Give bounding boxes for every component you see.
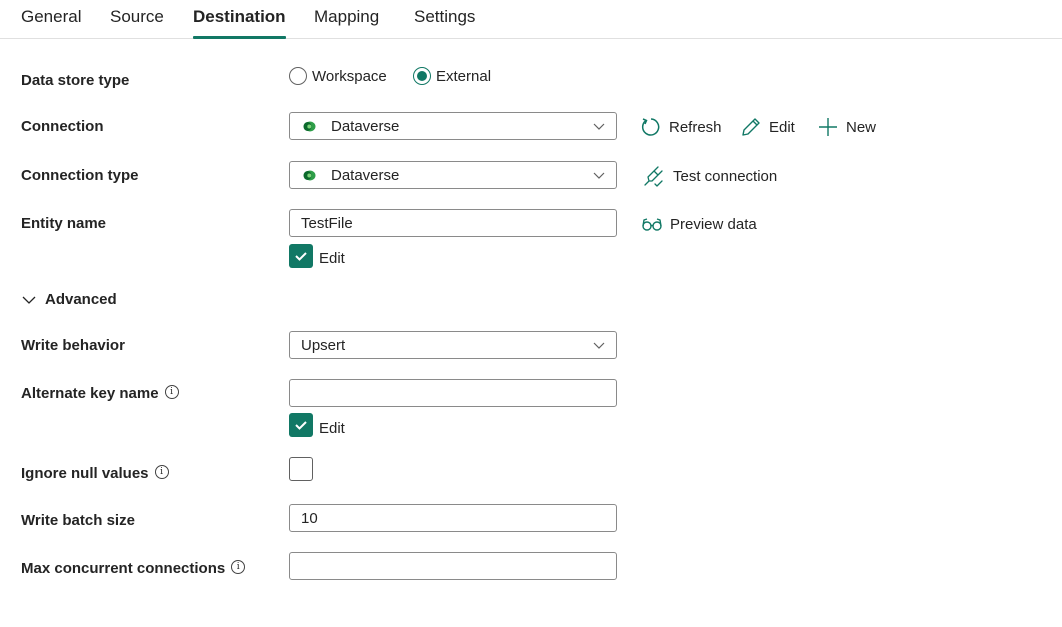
entity-name-value: TestFile bbox=[301, 215, 353, 232]
tab-destination[interactable]: Destination bbox=[193, 7, 286, 39]
connection-label: Connection bbox=[21, 118, 104, 135]
radio-external[interactable]: External bbox=[413, 67, 491, 85]
write-behavior-label: Write behavior bbox=[21, 337, 125, 354]
tab-general[interactable]: General bbox=[21, 7, 81, 38]
alternate-key-edit-label: Edit bbox=[319, 420, 345, 437]
new-connection-button[interactable]: New bbox=[817, 116, 876, 138]
tab-mapping[interactable]: Mapping bbox=[314, 7, 379, 38]
chevron-down-icon bbox=[593, 172, 605, 179]
test-connection-label: Test connection bbox=[673, 167, 778, 185]
dataverse-icon bbox=[303, 170, 316, 181]
radio-workspace[interactable]: Workspace bbox=[289, 67, 387, 85]
max-concurrent-connections-input[interactable] bbox=[289, 552, 617, 580]
checkmark-icon bbox=[295, 252, 307, 261]
connection-value: Dataverse bbox=[331, 118, 400, 135]
advanced-toggle[interactable]: Advanced bbox=[21, 291, 117, 308]
write-batch-size-input[interactable]: 10 bbox=[289, 504, 617, 532]
entity-edit-label: Edit bbox=[319, 250, 345, 267]
refresh-label: Refresh bbox=[669, 118, 722, 136]
ignore-null-values-label: Ignore null values i bbox=[21, 465, 169, 482]
tab-bar: General Source Destination Mapping Setti… bbox=[0, 0, 1062, 39]
connection-type-value: Dataverse bbox=[331, 167, 400, 184]
alternate-key-name-input[interactable] bbox=[289, 379, 617, 407]
advanced-label: Advanced bbox=[45, 291, 117, 308]
ignore-null-values-checkbox[interactable] bbox=[289, 457, 313, 481]
info-icon[interactable]: i bbox=[154, 465, 169, 479]
preview-data-label: Preview data bbox=[670, 215, 757, 233]
tab-settings[interactable]: Settings bbox=[414, 7, 475, 38]
radio-circle[interactable] bbox=[289, 67, 307, 85]
connection-type-dropdown[interactable]: Dataverse bbox=[289, 161, 617, 189]
data-store-type-label: Data store type bbox=[21, 72, 130, 89]
radio-circle-selected[interactable] bbox=[413, 67, 431, 85]
preview-data-button[interactable]: Preview data bbox=[641, 214, 757, 234]
info-icon[interactable]: i bbox=[164, 385, 179, 399]
chevron-down-icon bbox=[22, 296, 36, 304]
pencil-icon bbox=[742, 118, 760, 136]
write-batch-size-label: Write batch size bbox=[21, 512, 135, 529]
new-label: New bbox=[846, 118, 877, 136]
connection-type-label: Connection type bbox=[21, 167, 139, 184]
dataverse-icon bbox=[303, 121, 316, 132]
chevron-down-icon bbox=[593, 123, 605, 130]
tab-source[interactable]: Source bbox=[110, 7, 164, 38]
refresh-icon bbox=[641, 118, 660, 136]
chevron-down-icon bbox=[593, 342, 605, 349]
glasses-icon bbox=[642, 218, 662, 231]
refresh-button[interactable]: Refresh bbox=[640, 116, 722, 138]
radio-external-label: External bbox=[436, 67, 492, 85]
write-batch-size-value: 10 bbox=[301, 510, 318, 527]
max-concurrent-connections-text: Max concurrent connections bbox=[21, 560, 226, 577]
write-behavior-dropdown[interactable]: Upsert bbox=[289, 331, 617, 359]
max-concurrent-connections-label: Max concurrent connections i bbox=[21, 560, 246, 577]
edit-connection-button[interactable]: Edit bbox=[740, 116, 795, 138]
alternate-key-name-text: Alternate key name bbox=[21, 385, 159, 402]
ignore-null-values-text: Ignore null values bbox=[21, 465, 149, 482]
entity-edit-checkbox[interactable] bbox=[289, 244, 313, 268]
plus-icon bbox=[819, 118, 837, 136]
checkmark-icon bbox=[295, 421, 307, 430]
radio-workspace-label: Workspace bbox=[312, 67, 387, 85]
entity-name-input[interactable]: TestFile bbox=[289, 209, 617, 237]
info-icon[interactable]: i bbox=[231, 560, 246, 574]
alternate-key-edit-checkbox[interactable] bbox=[289, 413, 313, 437]
plug-check-icon bbox=[644, 166, 663, 187]
alternate-key-name-label: Alternate key name i bbox=[21, 385, 179, 402]
connection-dropdown[interactable]: Dataverse bbox=[289, 112, 617, 140]
test-connection-button[interactable]: Test connection bbox=[642, 165, 777, 187]
write-behavior-value: Upsert bbox=[301, 337, 346, 354]
edit-label: Edit bbox=[769, 118, 795, 136]
entity-name-label: Entity name bbox=[21, 215, 107, 232]
